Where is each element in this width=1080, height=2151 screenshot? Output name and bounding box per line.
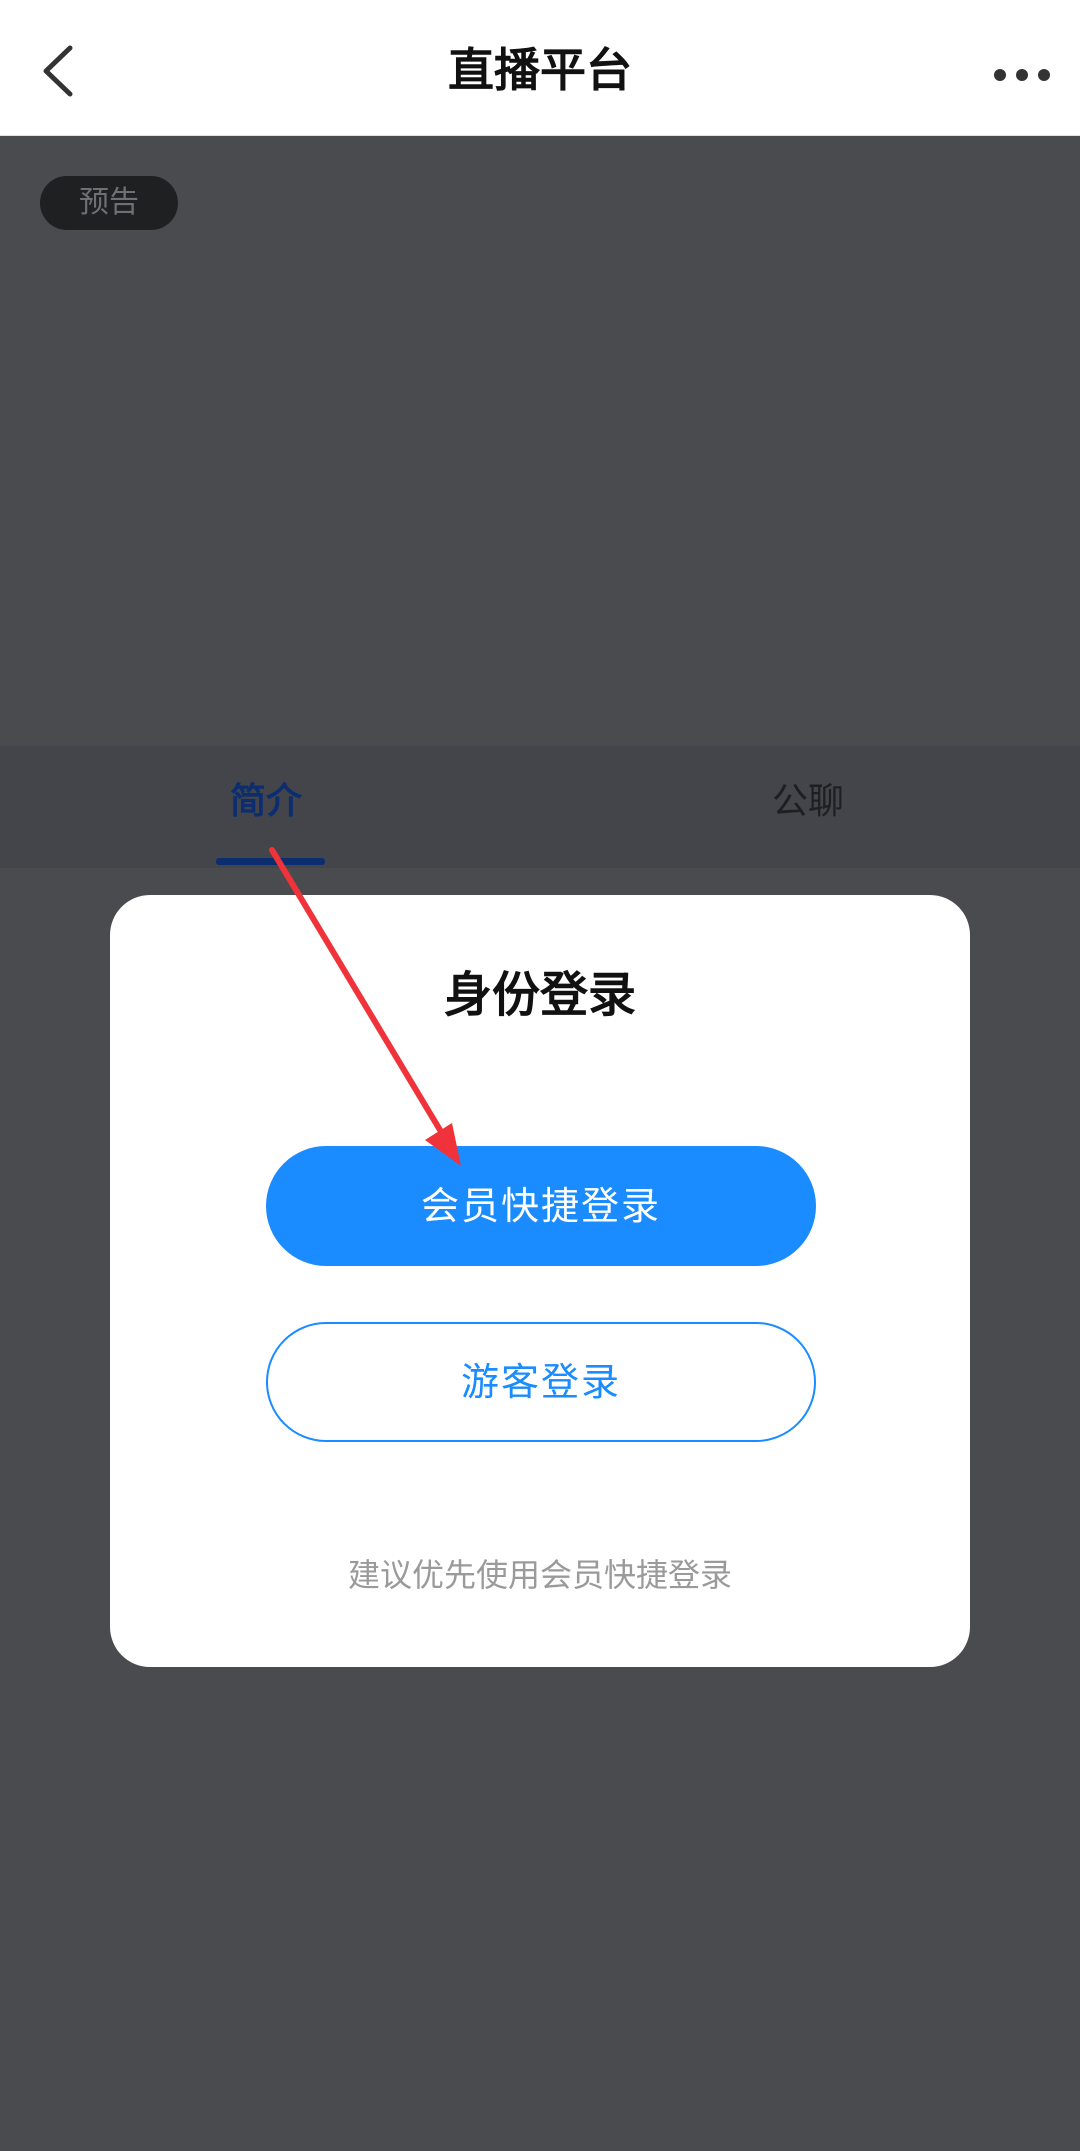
top-nav-bar: 直播平台 [0, 0, 1080, 136]
member-quick-login-button[interactable]: 会员快捷登录 [266, 1146, 816, 1266]
dialog-title: 身份登录 [443, 967, 636, 1023]
guest-login-button[interactable]: 游客登录 [266, 1322, 816, 1442]
tab-public-chat[interactable]: 公聊 [772, 778, 844, 826]
preview-badge: 预告 [40, 176, 178, 230]
more-options-icon[interactable] [990, 45, 1054, 105]
live-video-area[interactable]: 预告 [0, 136, 1080, 746]
login-dialog: 身份登录 会员快捷登录 游客登录 建议优先使用会员快捷登录 [110, 895, 970, 1667]
active-tab-indicator [216, 858, 325, 865]
tab-intro[interactable]: 简介 [230, 778, 302, 826]
page-title: 直播平台 [448, 43, 632, 97]
tab-bar: 简介 公聊 [0, 746, 1080, 868]
login-hint-text: 建议优先使用会员快捷登录 [347, 1556, 732, 1594]
